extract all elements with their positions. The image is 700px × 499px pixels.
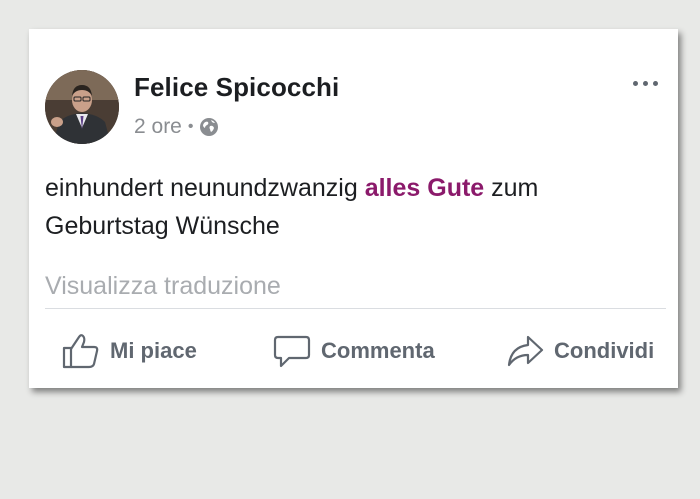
- share-button[interactable]: Condividi: [506, 327, 654, 375]
- more-options-icon[interactable]: [633, 81, 658, 86]
- meta-separator: •: [187, 118, 194, 135]
- divider: [45, 308, 666, 309]
- globe-icon: [200, 118, 219, 136]
- share-label: Condividi: [554, 338, 655, 363]
- post-text-start: einhundert neunundzwanzig: [45, 174, 365, 202]
- thumbs-up-icon: [62, 334, 99, 369]
- post-text-highlight[interactable]: alles Gute: [365, 174, 485, 202]
- see-translation-link[interactable]: Visualizza traduzione: [45, 272, 281, 301]
- comment-icon: [273, 335, 311, 368]
- post-meta: 2 ore •: [134, 115, 219, 139]
- like-button[interactable]: Mi piace: [62, 327, 197, 375]
- comment-button[interactable]: Commenta: [273, 327, 435, 375]
- post-card: Felice Spicocchi 2 ore • einhundert neun…: [29, 29, 678, 388]
- avatar-photo: [45, 70, 119, 144]
- action-bar: Mi piace Commenta Condividi: [29, 327, 678, 375]
- post-author-name[interactable]: Felice Spicocchi: [134, 72, 339, 103]
- share-arrow-icon: [507, 335, 544, 367]
- post-timestamp[interactable]: 2 ore: [134, 115, 182, 139]
- like-label: Mi piace: [110, 338, 197, 363]
- comment-label: Commenta: [321, 338, 435, 363]
- avatar[interactable]: [45, 70, 119, 144]
- post-text: einhundert neunundzwanzig alles Gute zum…: [45, 169, 665, 245]
